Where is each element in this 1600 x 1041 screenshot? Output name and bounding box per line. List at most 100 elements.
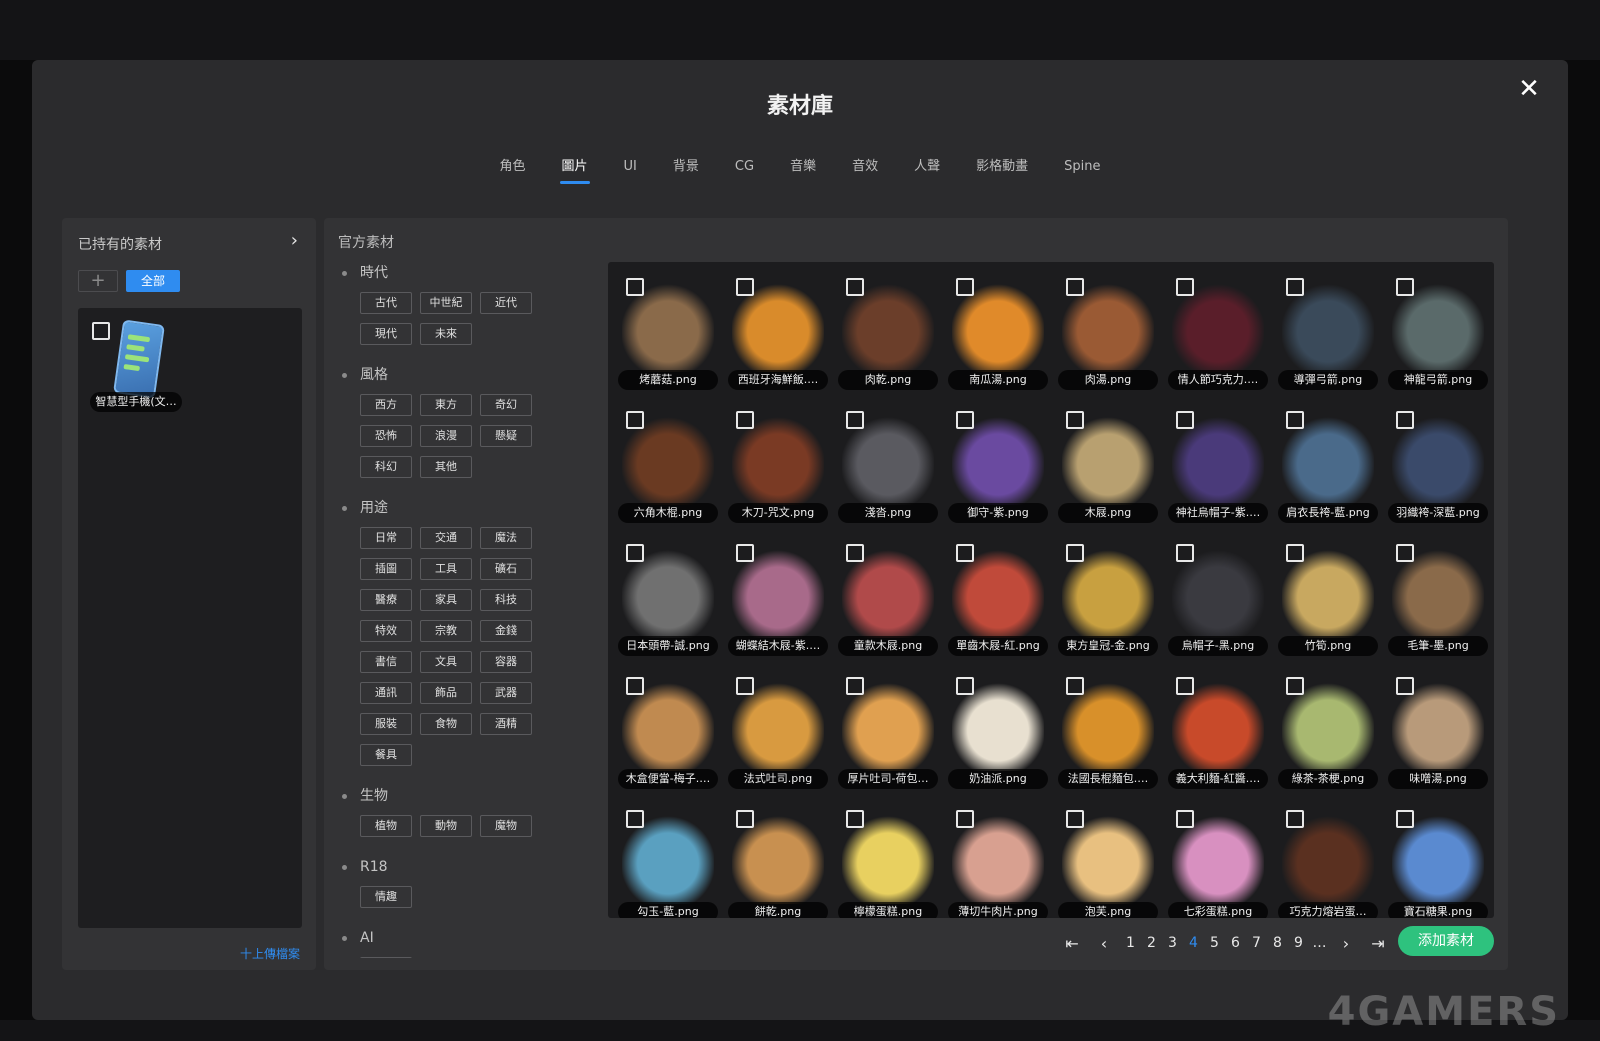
checkbox[interactable] xyxy=(956,810,974,828)
filter-chip[interactable]: 中世紀 xyxy=(420,292,472,314)
filter-chip[interactable]: 特效 xyxy=(360,620,412,642)
filter-chip[interactable]: 文具 xyxy=(420,651,472,673)
material-tile[interactable]: 巧克力熔岩蛋… xyxy=(1274,800,1382,918)
filter-chip[interactable]: 懸疑 xyxy=(480,425,532,447)
material-tile[interactable]: 寶石糖果.png xyxy=(1384,800,1492,918)
checkbox[interactable] xyxy=(92,322,110,340)
tab-item[interactable]: UI xyxy=(606,152,655,182)
checkbox[interactable] xyxy=(1066,278,1084,296)
page-number[interactable]: 5 xyxy=(1204,928,1225,958)
filter-chip[interactable]: 通訊 xyxy=(360,682,412,704)
filter-chip[interactable]: 家具 xyxy=(420,589,472,611)
checkbox[interactable] xyxy=(1066,677,1084,695)
filter-chip[interactable]: 容器 xyxy=(480,651,532,673)
page-number[interactable]: 9 xyxy=(1288,928,1309,958)
filter-chip[interactable]: 恐怖 xyxy=(360,425,412,447)
page-number[interactable]: 4 xyxy=(1183,928,1204,958)
material-tile[interactable]: 單齒木屐-紅.png xyxy=(944,534,1052,662)
checkbox[interactable] xyxy=(846,810,864,828)
material-tile[interactable]: 肉乾.png xyxy=(834,268,942,396)
tab-item[interactable]: 影格動畫 xyxy=(958,152,1046,182)
material-tile[interactable]: 木屐.png xyxy=(1054,401,1162,529)
filter-chip[interactable]: 未來 xyxy=(420,323,472,345)
material-tile[interactable]: 羽織袴-深藍.png xyxy=(1384,401,1492,529)
tab-item[interactable]: 人聲 xyxy=(896,152,958,182)
checkbox[interactable] xyxy=(956,278,974,296)
checkbox[interactable] xyxy=(1286,278,1304,296)
tab-item[interactable]: 角色 xyxy=(482,152,544,182)
material-tile[interactable]: 餅乾.png xyxy=(724,800,832,918)
filter-all-button[interactable]: 全部 xyxy=(126,270,180,292)
checkbox[interactable] xyxy=(956,677,974,695)
material-tile[interactable]: 勾玉-藍.png xyxy=(614,800,722,918)
owned-item[interactable]: 智慧型手機(文… xyxy=(90,319,188,418)
material-tile[interactable]: 木盒便當-梅子.… xyxy=(614,667,722,795)
checkbox[interactable] xyxy=(846,278,864,296)
material-tile[interactable]: 御守-紫.png xyxy=(944,401,1052,529)
material-tile[interactable]: 東方皇冠-金.png xyxy=(1054,534,1162,662)
checkbox[interactable] xyxy=(846,411,864,429)
material-tile[interactable]: 西班牙海鮮飯.… xyxy=(724,268,832,396)
checkbox[interactable] xyxy=(1176,278,1194,296)
checkbox[interactable] xyxy=(1066,411,1084,429)
checkbox[interactable] xyxy=(1286,544,1304,562)
material-tile[interactable]: 肉湯.png xyxy=(1054,268,1162,396)
material-tile[interactable]: 法國長棍麵包.… xyxy=(1054,667,1162,795)
tab-item[interactable]: 音效 xyxy=(834,152,896,182)
filter-chip[interactable]: 其他 xyxy=(420,456,472,478)
filter-chip[interactable]: 科幻 xyxy=(360,456,412,478)
checkbox[interactable] xyxy=(1176,544,1194,562)
material-tile[interactable]: 南瓜湯.png xyxy=(944,268,1052,396)
page-number[interactable]: 8 xyxy=(1267,928,1288,958)
checkbox[interactable] xyxy=(736,411,754,429)
tab-item[interactable]: 音樂 xyxy=(772,152,834,182)
checkbox[interactable] xyxy=(736,544,754,562)
material-tile[interactable]: 肩衣長袴-藍.png xyxy=(1274,401,1382,529)
material-tile[interactable]: 竹筍.png xyxy=(1274,534,1382,662)
material-tile[interactable]: 泡芙.png xyxy=(1054,800,1162,918)
checkbox[interactable] xyxy=(626,278,644,296)
material-tile[interactable]: 童款木屐.png xyxy=(834,534,942,662)
last-page-icon[interactable]: ⇥ xyxy=(1362,934,1394,953)
page-number[interactable]: 3 xyxy=(1162,928,1183,958)
next-page-icon[interactable]: › xyxy=(1330,934,1362,953)
filter-chip[interactable]: 餐具 xyxy=(360,744,412,766)
prev-page-icon[interactable]: ‹ xyxy=(1088,934,1120,953)
tab-item[interactable]: Spine xyxy=(1046,152,1118,182)
material-tile[interactable]: 義大利麵-紅醬.… xyxy=(1164,667,1272,795)
checkbox[interactable] xyxy=(1396,677,1414,695)
tab-item[interactable]: 圖片 xyxy=(544,152,606,184)
material-tile[interactable]: 六角木棍.png xyxy=(614,401,722,529)
filter-chip[interactable]: 金錢 xyxy=(480,620,532,642)
material-tile[interactable]: 法式吐司.png xyxy=(724,667,832,795)
checkbox[interactable] xyxy=(1176,810,1194,828)
material-tile[interactable]: 蝴蝶結木屐-紫.… xyxy=(724,534,832,662)
material-tile[interactable]: 毛筆-墨.png xyxy=(1384,534,1492,662)
filter-chip[interactable]: 魔法 xyxy=(480,527,532,549)
material-tile[interactable]: 烏帽子-黑.png xyxy=(1164,534,1272,662)
material-tile[interactable]: 厚片吐司-荷包… xyxy=(834,667,942,795)
add-folder-button[interactable]: + xyxy=(78,270,118,292)
checkbox[interactable] xyxy=(956,411,974,429)
filter-chip[interactable]: AI xyxy=(360,957,412,958)
checkbox[interactable] xyxy=(736,278,754,296)
checkbox[interactable] xyxy=(1066,544,1084,562)
checkbox[interactable] xyxy=(1396,411,1414,429)
filter-chip[interactable]: 西方 xyxy=(360,394,412,416)
filter-chip[interactable]: 飾品 xyxy=(420,682,472,704)
page-number[interactable]: 1 xyxy=(1120,928,1141,958)
page-number[interactable]: … xyxy=(1309,928,1330,958)
material-tile[interactable]: 薄切牛肉片.png xyxy=(944,800,1052,918)
checkbox[interactable] xyxy=(1286,411,1304,429)
checkbox[interactable] xyxy=(1176,677,1194,695)
material-tile[interactable]: 木刀-咒文.png xyxy=(724,401,832,529)
tab-item[interactable]: 背景 xyxy=(655,152,717,182)
material-tile[interactable]: 日本頭帶-誠.png xyxy=(614,534,722,662)
filter-chip[interactable]: 東方 xyxy=(420,394,472,416)
add-material-button[interactable]: 添加素材 xyxy=(1398,926,1494,956)
checkbox[interactable] xyxy=(626,411,644,429)
filter-chip[interactable]: 植物 xyxy=(360,815,412,837)
checkbox[interactable] xyxy=(626,544,644,562)
filter-chip[interactable]: 服裝 xyxy=(360,713,412,735)
checkbox[interactable] xyxy=(1066,810,1084,828)
